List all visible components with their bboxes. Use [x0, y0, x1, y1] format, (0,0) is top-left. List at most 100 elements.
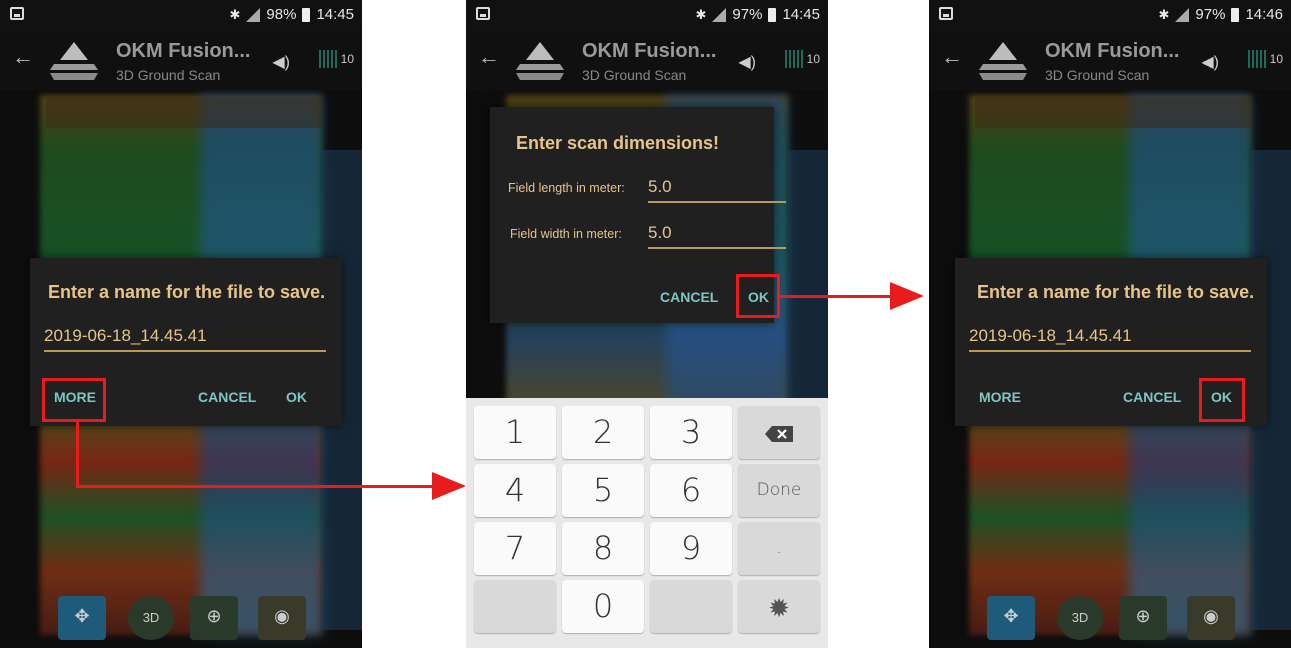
app-title: OKM Fusion... — [116, 40, 251, 62]
status-bar: ✱ 98% 14:45 — [0, 0, 362, 30]
bluetooth-icon: ✱ — [1158, 6, 1170, 22]
grid-setting[interactable]: 10 — [784, 50, 820, 68]
rotate-3d-button[interactable]: 3D — [1057, 596, 1103, 640]
okm-logo-icon — [979, 42, 1027, 80]
zoom-in-icon: ⊕ — [206, 606, 222, 626]
scan-dimensions-dialog: Enter scan dimensions! Field length in m… — [490, 107, 786, 323]
highlight-ok-button — [1199, 378, 1245, 422]
speaker-icon[interactable]: ◀) — [738, 52, 756, 72]
screenshot-icon — [10, 7, 24, 20]
grid-icon — [784, 50, 803, 68]
status-bar: ✱ 97% 14:46 — [929, 0, 1291, 30]
field-length-input[interactable]: 5.0 — [648, 177, 786, 203]
move-icon: ✥ — [1003, 606, 1019, 626]
okm-logo-icon — [516, 42, 564, 80]
move-icon: ✥ — [74, 606, 90, 626]
app-title: OKM Fusion... — [1045, 40, 1180, 62]
battery-icon — [768, 7, 777, 22]
settings-key[interactable]: ✹ — [738, 580, 820, 633]
clock: 14:45 — [316, 6, 354, 23]
arrow-head-to-screen-3 — [890, 282, 924, 310]
key-5[interactable]: 5 — [562, 464, 644, 517]
filename-input[interactable]: 2019-06-18_14.45.41 — [969, 326, 1251, 352]
speaker-icon[interactable]: ◀) — [272, 52, 290, 72]
ok-button[interactable]: OK — [286, 389, 307, 405]
cancel-button[interactable]: CANCEL — [198, 389, 256, 405]
arrow-head-to-screen-2 — [432, 472, 466, 500]
zoom-button[interactable]: ⊕ — [1119, 596, 1167, 640]
bluetooth-icon: ✱ — [695, 6, 707, 22]
key-9[interactable]: 9 — [650, 522, 732, 575]
battery-icon — [1231, 7, 1240, 22]
app-subtitle: 3D Ground Scan — [582, 67, 687, 83]
app-title: OKM Fusion... — [582, 40, 717, 62]
rotate-3d-icon: 3D — [142, 610, 160, 625]
app-bar: ← OKM Fusion... 3D Ground Scan ◀) 10 — [0, 30, 362, 90]
backspace-icon — [765, 426, 793, 442]
app-subtitle: 3D Ground Scan — [116, 67, 221, 83]
grid-icon — [1247, 50, 1266, 68]
key-0[interactable]: 0 — [562, 580, 644, 633]
key-3[interactable]: 3 — [650, 406, 732, 459]
cancel-button[interactable]: CANCEL — [660, 289, 718, 305]
key-7[interactable]: 7 — [474, 522, 556, 575]
empty-key-right — [650, 580, 732, 633]
dialog-title: Enter a name for the file to save. — [977, 282, 1255, 302]
key-8[interactable]: 8 — [562, 522, 644, 575]
screenshot-icon — [939, 7, 953, 20]
decimal-key[interactable]: . — [738, 522, 820, 575]
screenshot-icon — [476, 7, 490, 20]
rotate-3d-icon: 3D — [1071, 610, 1089, 625]
arrow-left-icon[interactable]: ← — [478, 44, 500, 70]
cancel-button[interactable]: CANCEL — [1123, 389, 1181, 405]
field-length-label: Field length in meter: — [508, 181, 625, 195]
scan-header-bar — [975, 98, 1251, 128]
speaker-icon[interactable]: ◀) — [1201, 52, 1219, 72]
app-bar: ← OKM Fusion... 3D Ground Scan ◀) 10 — [466, 30, 828, 90]
highlight-more-button — [42, 378, 106, 422]
grid-setting[interactable]: 10 — [318, 50, 354, 68]
field-width-input[interactable]: 5.0 — [648, 223, 786, 249]
bottom-toolbar: ✥ 3D ⊕ ◉ — [929, 590, 1291, 640]
field-width-label: Field width in meter: — [510, 227, 622, 241]
filename-input[interactable]: 2019-06-18_14.45.41 — [44, 326, 326, 352]
done-key[interactable]: Done — [738, 464, 820, 517]
eye-icon: ◉ — [274, 606, 290, 626]
signal-icon — [712, 7, 727, 22]
arrow-ok-horizontal — [780, 295, 892, 298]
key-2[interactable]: 2 — [562, 406, 644, 459]
arrow-left-icon[interactable]: ← — [941, 44, 963, 70]
status-bar: ✱ 97% 14:45 — [466, 0, 828, 30]
signal-icon — [246, 7, 261, 22]
backspace-key[interactable] — [738, 406, 820, 459]
move-tool-button[interactable]: ✥ — [987, 596, 1035, 640]
grid-count: 10 — [340, 52, 354, 66]
arrow-more-horizontal — [76, 485, 434, 488]
grid-setting[interactable]: 10 — [1247, 50, 1283, 68]
zoom-button[interactable]: ⊕ — [190, 596, 238, 640]
battery-icon — [302, 7, 311, 22]
more-button[interactable]: MORE — [979, 389, 1021, 405]
arrow-left-icon[interactable]: ← — [12, 44, 34, 70]
view-button[interactable]: ◉ — [258, 596, 306, 640]
numeric-keyboard: 1 2 3 4 5 6 Done 7 8 9 . 0 ✹ — [466, 398, 828, 648]
bottom-toolbar: ✥ 3D ⊕ ◉ — [0, 590, 362, 640]
battery-percent: 97% — [1195, 6, 1226, 23]
highlight-ok-button — [736, 274, 780, 318]
grid-icon — [318, 50, 337, 68]
move-tool-button[interactable]: ✥ — [58, 596, 106, 640]
key-1[interactable]: 1 — [474, 406, 556, 459]
okm-logo-icon — [50, 42, 98, 80]
view-button[interactable]: ◉ — [1187, 596, 1235, 640]
app-subtitle: 3D Ground Scan — [1045, 67, 1150, 83]
empty-key-left — [474, 580, 556, 633]
grid-count: 10 — [806, 52, 820, 66]
scan-header-bar — [46, 98, 322, 128]
battery-percent: 98% — [266, 6, 297, 23]
key-6[interactable]: 6 — [650, 464, 732, 517]
clock: 14:46 — [1245, 6, 1283, 23]
rotate-3d-button[interactable]: 3D — [128, 596, 174, 640]
key-4[interactable]: 4 — [474, 464, 556, 517]
clock: 14:45 — [782, 6, 820, 23]
grid-count: 10 — [1269, 52, 1283, 66]
